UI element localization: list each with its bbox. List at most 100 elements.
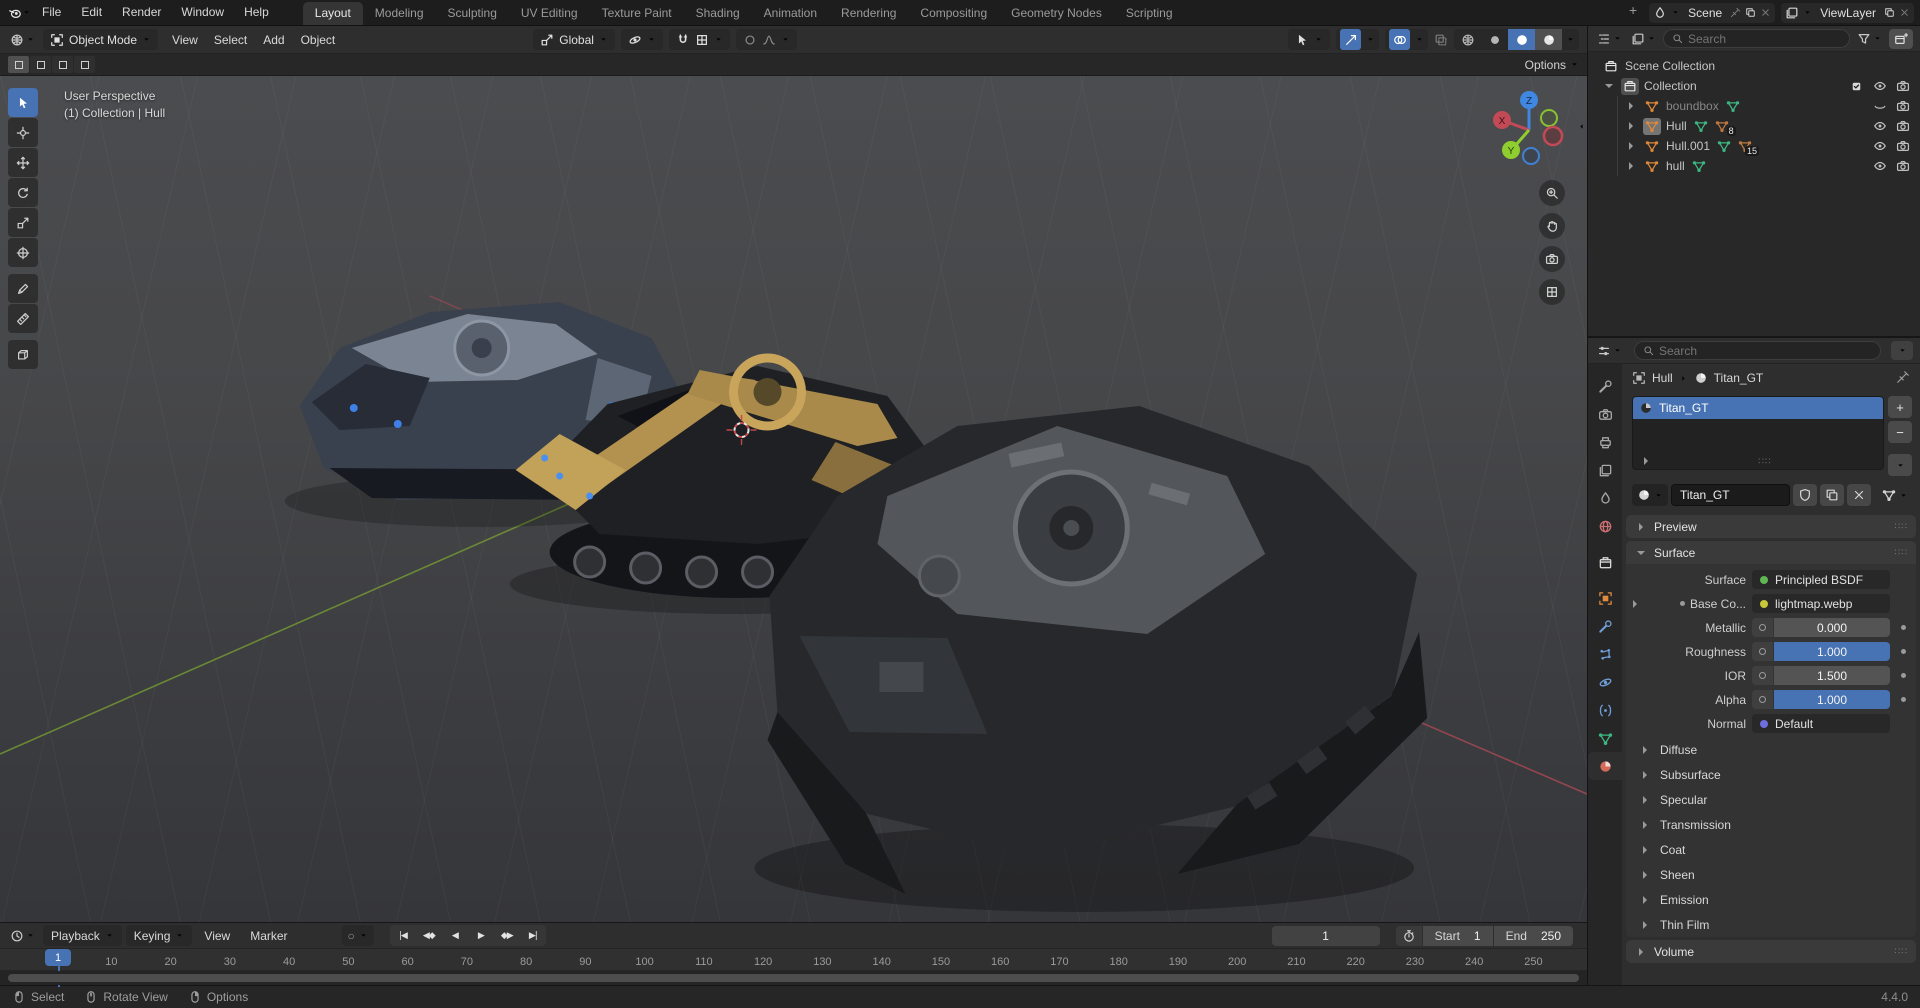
view-layer-selector[interactable]: ViewLayer xyxy=(1781,3,1914,23)
expand-icon[interactable] xyxy=(1624,142,1638,150)
transform-tool[interactable] xyxy=(8,238,38,267)
drag-grip-icon[interactable]: ∷∷ xyxy=(1895,547,1908,558)
material-preview-button[interactable] xyxy=(1508,29,1535,50)
playhead[interactable]: 1 xyxy=(45,949,71,966)
subsection-header[interactable]: Coat xyxy=(1626,837,1916,862)
transport-button[interactable]: ◀ xyxy=(442,925,468,946)
show-gizmo-button[interactable] xyxy=(1340,29,1361,50)
scale-tool[interactable] xyxy=(8,208,38,237)
transform-orientation-dropdown[interactable]: Global xyxy=(533,29,615,50)
outliner-row[interactable]: Hull 8 xyxy=(1588,116,1920,136)
disable-render-toggle[interactable] xyxy=(1891,79,1914,93)
viewport-menu-item[interactable]: Add xyxy=(255,33,292,47)
workspace-tab[interactable]: Texture Paint xyxy=(590,2,684,25)
add-slot-button[interactable]: + xyxy=(1888,396,1912,418)
hide-viewport-toggle[interactable] xyxy=(1868,119,1891,133)
add-workspace-button[interactable]: + xyxy=(1621,0,1645,25)
move-tool[interactable] xyxy=(8,148,38,177)
workspace-tab[interactable]: Modeling xyxy=(363,2,436,25)
unlink-material-button[interactable] xyxy=(1847,484,1871,506)
expand-icon[interactable] xyxy=(1628,600,1642,608)
material-name-field[interactable]: Titan_GT xyxy=(1671,484,1790,506)
properties-tab[interactable] xyxy=(1588,752,1622,780)
timeline-ruler[interactable]: 1 10203040506070809010011012013014015016… xyxy=(0,949,1587,971)
subsection-header[interactable]: Thin Film xyxy=(1626,912,1916,937)
workspace-tab[interactable]: Animation xyxy=(752,2,829,25)
chevron-down-icon[interactable] xyxy=(1415,35,1424,44)
frame-end-field[interactable]: End250 xyxy=(1494,926,1573,946)
subsection-header[interactable]: Diffuse xyxy=(1626,737,1916,762)
timeline-scrollbar[interactable] xyxy=(8,974,1579,982)
expand-icon[interactable] xyxy=(1624,162,1638,170)
properties-tab[interactable] xyxy=(1588,584,1622,612)
viewport-menu-item[interactable]: Object xyxy=(293,33,344,47)
properties-tab[interactable] xyxy=(1588,612,1622,640)
new-material-button[interactable] xyxy=(1820,484,1844,506)
resize-grip[interactable]: ∷∷ xyxy=(1653,456,1877,467)
transport-button[interactable]: ◆▶ xyxy=(494,925,520,946)
material-slot-list[interactable]: Titan_GT ∷∷ xyxy=(1632,396,1884,470)
xray-toggle-icon[interactable] xyxy=(1434,33,1448,47)
menubar-item[interactable]: Window xyxy=(171,0,234,25)
texture-socket-button[interactable] xyxy=(1752,666,1773,685)
chevron-down-icon[interactable] xyxy=(1566,35,1575,44)
menubar-item[interactable]: Render xyxy=(112,0,171,25)
subsection-header[interactable]: Specular xyxy=(1626,787,1916,812)
value-dropdown[interactable]: Principled BSDF xyxy=(1752,570,1890,589)
options-dropdown[interactable]: Options xyxy=(1525,58,1579,72)
properties-tab[interactable] xyxy=(1588,456,1622,484)
properties-tab[interactable] xyxy=(1588,428,1622,456)
properties-editor-type-button[interactable] xyxy=(1595,344,1624,358)
expand-icon[interactable] xyxy=(1624,122,1638,130)
value-slider[interactable]: 0.000 xyxy=(1774,618,1890,637)
link-material-dropdown[interactable] xyxy=(1878,488,1912,502)
select-box-tool[interactable] xyxy=(8,88,38,117)
timeline-menu-item[interactable]: View xyxy=(196,925,238,946)
wireframe-shading-button[interactable] xyxy=(1454,29,1481,50)
use-preview-range-button[interactable] xyxy=(1396,926,1422,946)
outliner-search[interactable] xyxy=(1663,29,1850,48)
subsection-header[interactable]: Transmission xyxy=(1626,812,1916,837)
timeline-menu-item[interactable]: Keying xyxy=(126,925,193,946)
expand-icon[interactable] xyxy=(1624,102,1638,110)
viewport-menu-item[interactable]: View xyxy=(164,33,206,47)
properties-tab[interactable] xyxy=(1588,548,1622,576)
snap-controls[interactable] xyxy=(669,29,730,50)
preview-panel-header[interactable]: Preview ∷∷ xyxy=(1626,515,1916,538)
proportional-edit-controls[interactable] xyxy=(736,29,797,50)
navigation-gizmo[interactable]: Z X Y xyxy=(1487,88,1571,172)
new-collection-button[interactable] xyxy=(1889,29,1913,49)
transport-button[interactable]: ◀◆ xyxy=(416,925,442,946)
value-dropdown[interactable]: Default xyxy=(1752,714,1890,733)
rotate-tool[interactable] xyxy=(8,178,38,207)
fake-user-button[interactable] xyxy=(1793,484,1817,506)
menubar-item[interactable]: Help xyxy=(234,0,279,25)
texture-socket-button[interactable] xyxy=(1752,618,1773,637)
workspace-tab[interactable]: Layout xyxy=(303,2,363,25)
solid-shading-button[interactable] xyxy=(1481,29,1508,50)
hide-viewport-toggle[interactable] xyxy=(1868,159,1891,173)
value-slider[interactable]: 1.000 xyxy=(1774,642,1890,661)
animate-decorator[interactable] xyxy=(1901,649,1906,654)
filter-button[interactable] xyxy=(1855,32,1884,46)
add-cube-tool[interactable] xyxy=(8,340,38,369)
value-dropdown[interactable]: lightmap.webp xyxy=(1752,594,1890,613)
texture-socket-button[interactable] xyxy=(1752,642,1773,661)
animate-decorator[interactable] xyxy=(1901,625,1906,630)
new-view-layer-icon[interactable] xyxy=(1884,7,1895,18)
workspace-tab[interactable]: Rendering xyxy=(829,2,908,25)
properties-tab[interactable] xyxy=(1588,696,1622,724)
outliner-editor-type-button[interactable] xyxy=(1595,32,1624,46)
mode-dropdown[interactable]: Object Mode xyxy=(43,29,158,50)
outliner-row[interactable]: Hull.001 15 xyxy=(1588,136,1920,156)
menubar-item[interactable]: File xyxy=(32,0,71,25)
disable-render-toggle[interactable] xyxy=(1891,119,1914,133)
pin-icon[interactable] xyxy=(1730,7,1741,18)
properties-options-button[interactable] xyxy=(1891,341,1913,360)
timeline-menu-item[interactable]: Marker xyxy=(242,925,295,946)
browse-material-button[interactable] xyxy=(1632,484,1668,506)
value-slider[interactable]: 1.000 xyxy=(1774,690,1890,709)
chevron-down-icon[interactable] xyxy=(1366,35,1375,44)
properties-tab[interactable] xyxy=(1588,640,1622,668)
select-mode-button[interactable] xyxy=(8,56,29,73)
